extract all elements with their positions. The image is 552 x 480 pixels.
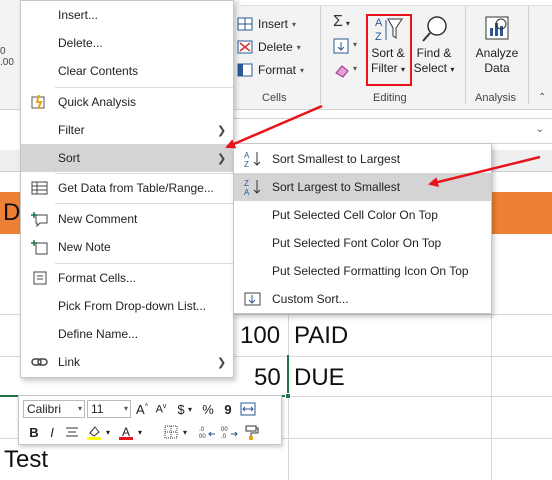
annotation-arrow-to-sort-largest	[428, 155, 541, 187]
annotation-overlay	[225, 104, 541, 187]
annotation-arrow-to-sort	[225, 104, 323, 149]
